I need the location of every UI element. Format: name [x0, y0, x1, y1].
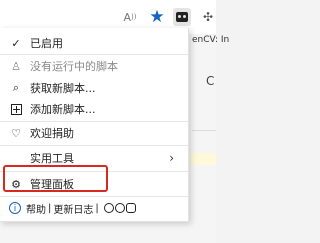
- check-icon: ✓: [11, 36, 21, 50]
- menu-item-get-new-script[interactable]: ⌕ 获取新脚本...: [0, 78, 188, 98]
- menu-item-label: 欢迎捐助: [30, 127, 74, 140]
- add-icon: [8, 103, 24, 116]
- separator: [0, 196, 188, 197]
- puzzle-icon[interactable]: ✣: [200, 8, 216, 26]
- read-aloud-icon[interactable]: A)): [121, 8, 139, 26]
- chevron-right-icon: ›: [169, 151, 174, 165]
- info-icon: i: [9, 202, 21, 214]
- star-icon[interactable]: ★: [148, 8, 166, 26]
- page-highlight-strip: [190, 153, 216, 165]
- community-icon[interactable]: [114, 203, 125, 213]
- tampermonkey-icon[interactable]: [173, 8, 191, 26]
- social-links: [103, 203, 136, 213]
- menu-item-label: 添加新脚本...: [30, 103, 96, 116]
- separator: [0, 121, 188, 122]
- search-icon: ⌕: [12, 81, 20, 94]
- changelog-link[interactable]: 更新日志: [53, 201, 93, 216]
- menu-item-label: 获取新脚本...: [30, 82, 96, 95]
- help-link[interactable]: 帮助: [26, 201, 46, 216]
- page-divider: [192, 130, 216, 131]
- menu-item-label: 实用工具: [30, 152, 74, 165]
- heart-icon: ♡: [11, 126, 21, 140]
- menu-item-donate[interactable]: ♡ 欢迎捐助: [0, 123, 188, 143]
- menu-item-add-new-script[interactable]: 添加新脚本...: [0, 99, 188, 119]
- instagram-icon[interactable]: [125, 203, 136, 213]
- footer-separator: |: [95, 202, 99, 214]
- github-icon[interactable]: [103, 203, 114, 213]
- footer-separator: |: [48, 202, 52, 214]
- page-snippet: enCV: In: [192, 35, 230, 45]
- menu-item-label: 已启用: [30, 37, 63, 50]
- page-glyph: C: [206, 74, 215, 88]
- menu-item-enabled[interactable]: ✓ 已启用: [0, 33, 188, 53]
- separator: [0, 54, 188, 55]
- script-icon: ♙: [11, 59, 21, 73]
- tampermonkey-popup-menu: ✓ 已启用 ♙ 没有运行中的脚本 ⌕ 获取新脚本... 添加新脚本... ♡ 欢…: [0, 28, 189, 222]
- menu-item-label: 没有运行中的脚本: [30, 60, 118, 73]
- menu-footer: i 帮助 | 更新日志 |: [0, 198, 188, 218]
- dashboard-highlight-box: [3, 165, 108, 192]
- separator: [0, 145, 188, 146]
- menu-item-no-running-scripts: ♙ 没有运行中的脚本: [0, 56, 188, 76]
